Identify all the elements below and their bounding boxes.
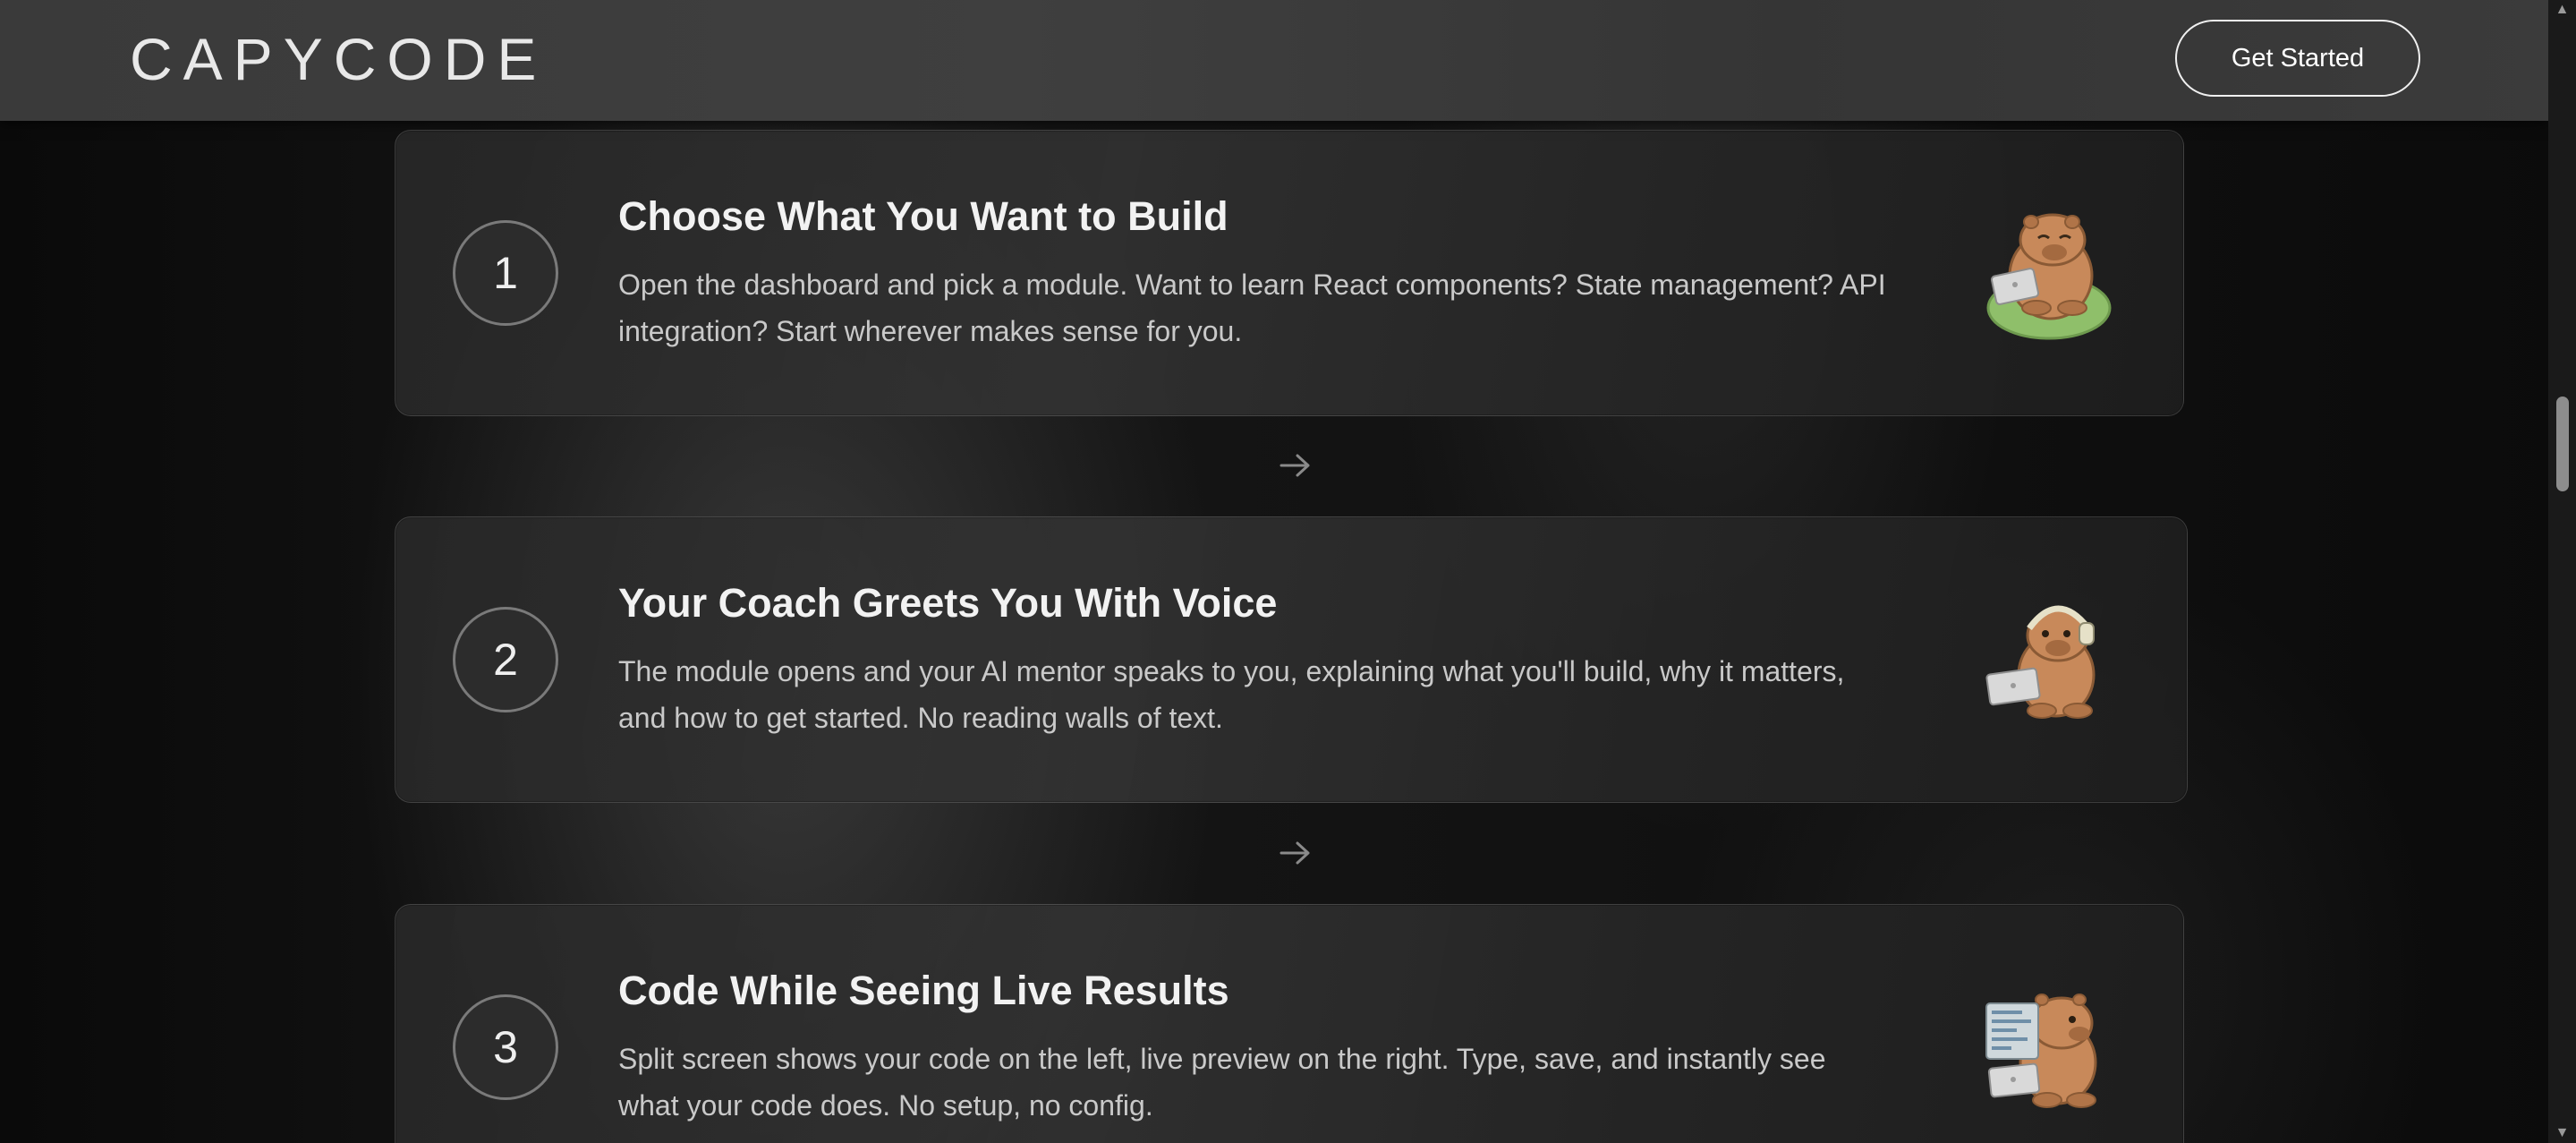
step-number-badge: 2 [453,607,558,712]
step-description: Open the dashboard and pick a module. Wa… [618,269,1886,347]
step-card-1: 1 Choose What You Want to Build Open the… [395,130,2184,416]
arrow-right-icon [1279,454,1310,477]
step-card-3: 3 Code While Seeing Live Results Split s… [395,904,2184,1143]
get-started-button[interactable]: Get Started [2175,20,2420,97]
site-header: CAPYCODE Get Started [0,0,2548,121]
page-scrollbar[interactable]: ▲ ▼ [2548,0,2576,1143]
step-title: Choose What You Want to Build [618,193,1228,239]
step-title: Your Coach Greets You With Voice [618,580,1278,626]
scrollbar-thumb[interactable] [2556,397,2569,491]
scroll-down-arrow-icon[interactable]: ▼ [2548,1123,2576,1143]
step-description: The module opens and your AI mentor spea… [618,655,1845,734]
arrow-right-icon [1279,841,1310,865]
step-card-2: 2 Your Coach Greets You With Voice The m… [395,516,2188,803]
step-title: Code While Seeing Live Results [618,968,1229,1013]
logo[interactable]: CAPYCODE [130,25,547,93]
capybara-with-code-screen-icon [1985,994,2097,1108]
capybara-with-headphones-and-laptop-icon [1985,605,2096,719]
step-number-badge: 1 [453,220,558,326]
capybara-on-beanbag-with-laptop-icon [1986,213,2112,340]
scroll-up-arrow-icon[interactable]: ▲ [2548,0,2576,20]
step-number-badge: 3 [453,994,558,1100]
step-description: Split screen shows your code on the left… [618,1043,1826,1122]
page: CAPYCODE Get Started 1 Choose What You W… [0,0,2576,1143]
